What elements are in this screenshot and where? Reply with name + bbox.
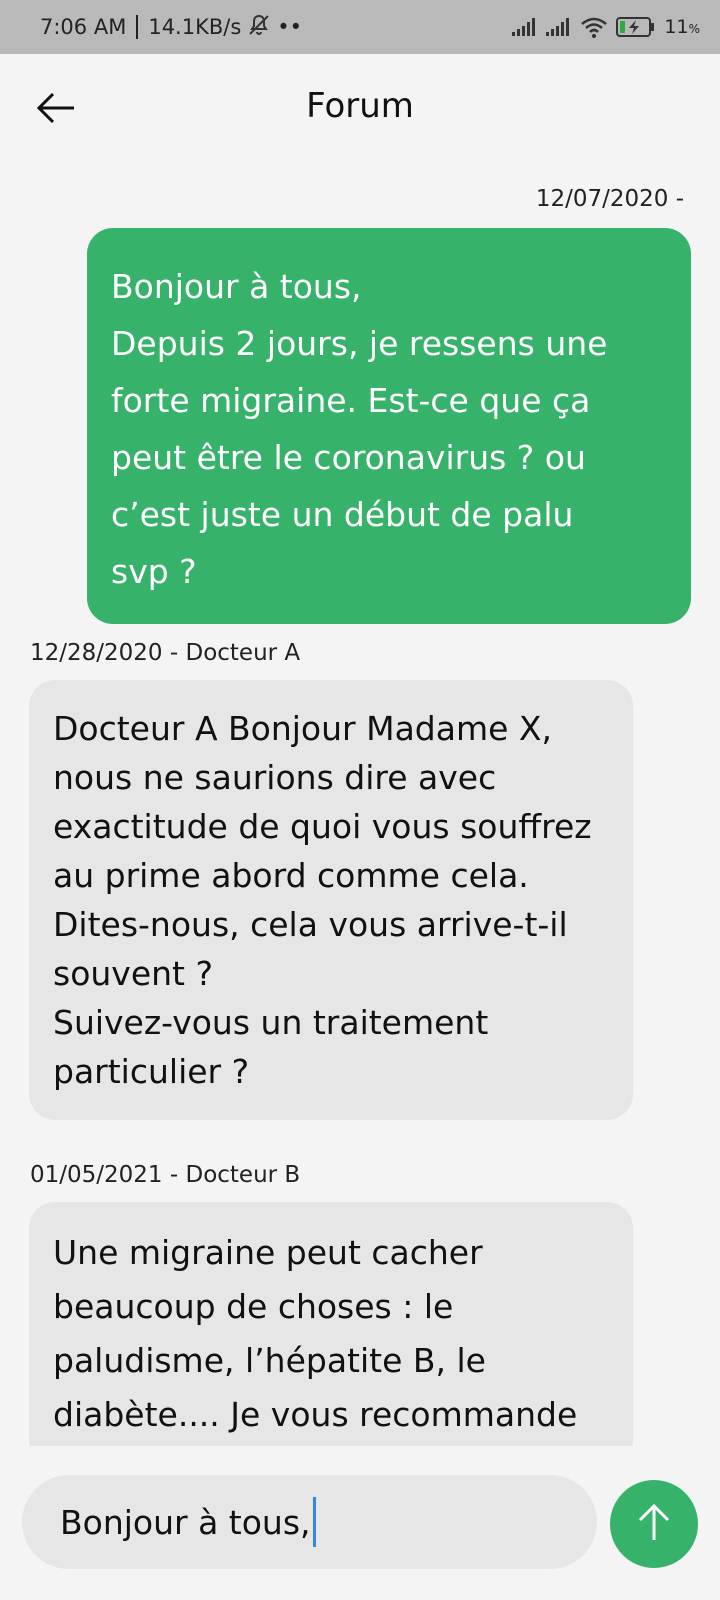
message-line: au prime abord comme cela. [53,856,529,895]
status-left: 7:06 AM 14.1KB/s •• [40,13,302,42]
wifi-icon [580,16,608,38]
message-line: Docteur A Bonjour Madame X, [53,709,552,748]
arrow-up-icon [636,1502,672,1546]
battery-percent-value: 11 [664,16,689,38]
message-bubble-received: Une migraine peut cacher beaucoup de cho… [29,1202,633,1446]
battery-charging-icon [616,16,656,38]
message-line: paludisme, l’hépatite B, le [53,1341,486,1380]
status-right: 11% [512,16,700,38]
app-header: Forum [0,54,720,169]
status-dots: •• [277,15,303,39]
message-line: peut être le coronavirus ? ou [111,438,586,477]
message-line: exactitude de quoi vous souffrez [53,807,592,846]
message-meta: 12/07/2020 - [535,186,684,212]
message-input-value: Bonjour à tous, [60,1502,311,1542]
message-composer: Bonjour à tous, [0,1446,720,1600]
message-line: Dites-nous, cela vous arrive-t-il [53,905,568,944]
message-line: nous ne saurions dire avec [53,758,497,797]
message-list[interactable]: 12/07/2020 - Bonjour à tous, Depuis 2 jo… [0,170,720,1446]
battery-percent: 11% [664,16,700,38]
message-line: souvent ? [53,954,213,993]
send-button[interactable] [610,1480,698,1568]
battery-percent-unit: % [688,22,700,36]
message-line: Une migraine peut cacher [53,1233,483,1272]
message-line: beaucoup de choses : le [53,1287,454,1326]
mute-icon [247,13,271,42]
status-divider [136,15,139,39]
message-bubble-received: Docteur A Bonjour Madame X, nous ne saur… [29,680,633,1120]
text-caret [312,1497,316,1547]
status-network-speed: 14.1KB/s [148,15,242,39]
message-line: diabète.... Je vous recommande [53,1395,578,1434]
signal-icon [512,18,538,36]
message-bubble-sent: Bonjour à tous, Depuis 2 jours, je resse… [87,228,691,624]
message-line: svp ? [111,552,197,591]
message-line: Suivez-vous un traitement [53,1003,489,1042]
status-time: 7:06 AM [40,15,127,39]
message-line: Bonjour à tous, [111,267,362,306]
message-line: Depuis 2 jours, je ressens une [111,324,608,363]
message-line: c’est juste un début de palu [111,495,574,534]
message-meta: 01/05/2021 - Docteur B [30,1162,301,1188]
message-line: forte migraine. Est-ce que ça [111,381,591,420]
page-title: Forum [306,86,414,126]
status-bar: 7:06 AM 14.1KB/s •• 11% [0,0,720,54]
message-line: particulier ? [53,1052,250,1091]
message-meta: 12/28/2020 - Docteur A [30,640,301,666]
signal-icon [546,18,572,36]
message-input[interactable]: Bonjour à tous, [22,1475,597,1569]
